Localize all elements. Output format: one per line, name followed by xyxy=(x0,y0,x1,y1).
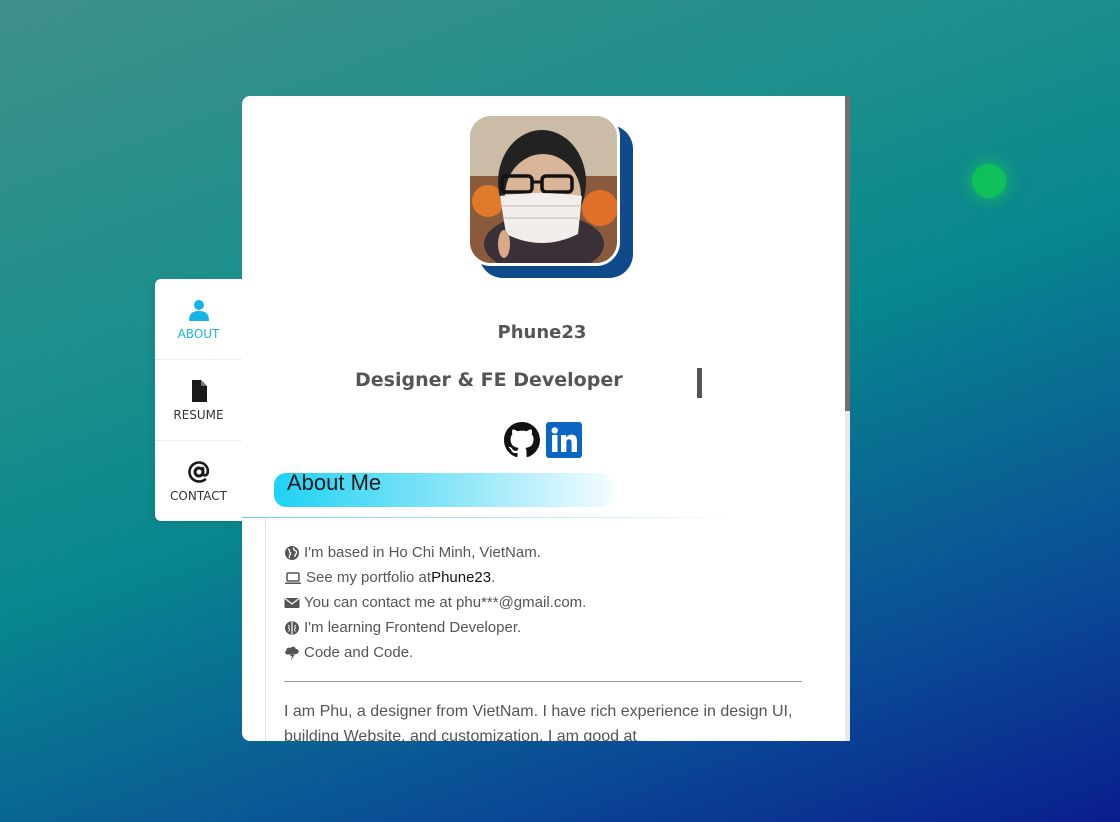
scrollbar-thumb[interactable] xyxy=(845,96,850,411)
section-underline xyxy=(242,517,742,518)
github-icon[interactable] xyxy=(504,422,540,458)
fact-text: I'm based in Ho Chi Minh, VietNam. xyxy=(304,544,541,561)
fact-text: See my portfolio at xyxy=(306,569,432,586)
fact-text: Code and Code. xyxy=(304,644,414,661)
fact-item: I'm based in Ho Chi Minh, VietNam. xyxy=(284,540,586,565)
bio-paragraph: I am Phu, a designer from VietNam. I hav… xyxy=(284,703,793,741)
profile-role: Designer & FE Developer xyxy=(355,369,623,391)
envelope-icon xyxy=(284,597,300,608)
about-facts: I'm based in Ho Chi Minh, VietNam. See m… xyxy=(284,540,586,665)
fact-item: I'm learning Frontend Developer. xyxy=(284,615,586,640)
lightning-cloud-icon xyxy=(285,646,299,660)
linkedin-icon[interactable] xyxy=(546,422,582,458)
laptop-icon xyxy=(284,571,302,584)
glow-dot xyxy=(972,164,1006,198)
section-title: About Me xyxy=(287,470,382,495)
profile-name-text: Phune23 xyxy=(497,322,587,343)
nav-label: ABOUT xyxy=(177,326,220,341)
user-icon xyxy=(188,299,209,321)
profile-photo xyxy=(467,113,620,266)
nav-item-contact[interactable]: CONTACT xyxy=(155,441,242,521)
nav-label: CONTACT xyxy=(170,488,227,503)
side-nav: ABOUT RESUME CONTACT xyxy=(155,279,242,521)
fact-text-suffix: . xyxy=(491,569,496,586)
section-divider xyxy=(284,681,802,682)
nav-item-about[interactable]: ABOUT xyxy=(155,279,242,360)
brain-icon xyxy=(285,620,299,635)
fact-text: I'm learning Frontend Developer. xyxy=(304,619,522,636)
at-icon xyxy=(187,460,209,483)
fact-item: You can contact me at phu***@gmail.com. xyxy=(284,590,586,615)
portfolio-link[interactable]: Phune23 xyxy=(431,569,491,586)
globe-icon xyxy=(285,545,299,560)
profile-photo-illustration xyxy=(470,116,617,263)
file-icon xyxy=(191,379,207,402)
nav-item-resume[interactable]: RESUME xyxy=(155,360,242,441)
nav-label: RESUME xyxy=(173,407,224,422)
scrollbar-track[interactable] xyxy=(845,96,850,741)
content-border xyxy=(265,518,266,741)
fact-text: You can contact me at phu***@gmail.com. xyxy=(304,594,587,611)
social-links xyxy=(504,422,582,458)
avatar xyxy=(467,113,635,281)
fact-item: See my portfolio at Phune23. xyxy=(284,565,586,590)
typing-cursor xyxy=(697,368,702,398)
profile-name: Phune23 xyxy=(242,322,846,343)
fact-item: Code and Code. xyxy=(284,640,586,665)
profile-card: Phune23 Designer & FE Developer About Me… xyxy=(242,96,850,741)
